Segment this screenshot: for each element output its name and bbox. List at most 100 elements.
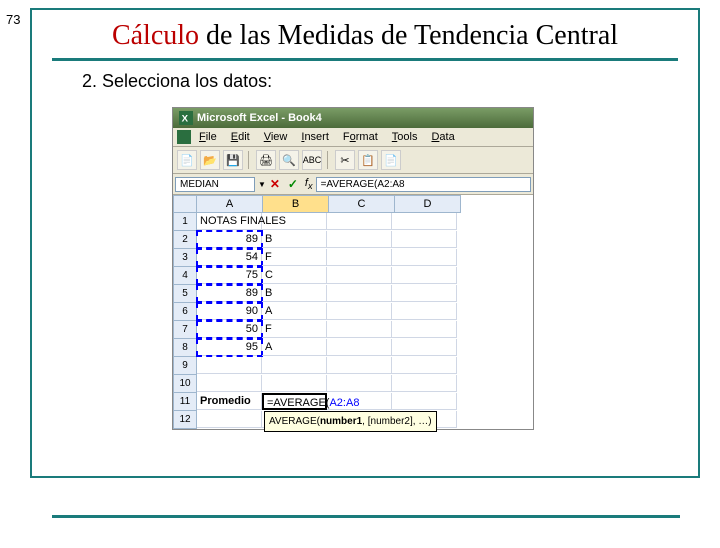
fx-icon[interactable]: fx [305, 177, 313, 191]
cell[interactable] [327, 357, 392, 374]
menu-tools[interactable]: Tools [386, 130, 424, 144]
standard-toolbar: 📄 📂 💾 🖨 🔍 ABC ✂ 📋 📄 [173, 147, 533, 174]
cell[interactable] [327, 285, 392, 302]
cancel-formula-button[interactable]: ✕ [267, 176, 283, 192]
cell[interactable] [392, 267, 457, 284]
cell[interactable] [327, 321, 392, 338]
col-header-d[interactable]: D [395, 195, 461, 213]
menu-file[interactable]: File [193, 130, 223, 144]
accept-formula-button[interactable]: ✓ [285, 176, 301, 192]
cell[interactable] [327, 375, 392, 392]
cell[interactable]: A [262, 303, 327, 320]
formula-input[interactable]: =AVERAGE(A2:A8 [316, 177, 531, 192]
formula-text: =AVERAGE( [267, 397, 329, 409]
cell[interactable]: 90 [197, 303, 262, 320]
cell[interactable]: B [262, 231, 327, 248]
menu-view[interactable]: View [258, 130, 294, 144]
cell[interactable] [327, 267, 392, 284]
col-header-c[interactable]: C [329, 195, 395, 213]
spell-button[interactable]: ABC [302, 150, 322, 170]
cell[interactable] [392, 213, 457, 230]
cell[interactable]: 89 [197, 285, 262, 302]
cell[interactable]: A [262, 339, 327, 356]
menu-format[interactable]: Format [337, 130, 384, 144]
workbook-icon [177, 130, 191, 144]
cell[interactable] [262, 213, 327, 230]
worksheet-grid: A B C D 1NOTAS FINALES 289B 354F 475C 58… [173, 195, 533, 429]
cell[interactable]: 54 [197, 249, 262, 266]
select-all-corner[interactable] [173, 195, 197, 213]
title-word: Medidas [278, 20, 374, 51]
cell[interactable] [392, 231, 457, 248]
title-word: Central [536, 20, 618, 51]
cell[interactable]: F [262, 249, 327, 266]
cut-button[interactable]: ✂ [335, 150, 355, 170]
cell[interactable] [197, 375, 262, 392]
cell[interactable] [392, 339, 457, 356]
cell[interactable]: 50 [197, 321, 262, 338]
cell[interactable]: Promedio [197, 393, 262, 410]
paste-button[interactable]: 📄 [381, 150, 401, 170]
bottom-rule [52, 515, 680, 518]
row-header[interactable]: 10 [173, 375, 197, 393]
cell[interactable] [327, 213, 392, 230]
function-tooltip: AVERAGE(number1, [number2], …) [264, 411, 437, 432]
row-header[interactable]: 5 [173, 285, 197, 303]
row-header[interactable]: 4 [173, 267, 197, 285]
active-cell[interactable]: =AVERAGE(A2:A8 AVERAGE(number1, [number2… [262, 393, 327, 410]
menu-insert[interactable]: Insert [295, 130, 335, 144]
row-header[interactable]: 9 [173, 357, 197, 375]
row-header[interactable]: 6 [173, 303, 197, 321]
namebox-dropdown-icon[interactable]: ▼ [258, 180, 266, 189]
title-word: de [206, 20, 232, 51]
cell[interactable] [262, 357, 327, 374]
cell[interactable]: 75 [197, 267, 262, 284]
cell[interactable] [392, 285, 457, 302]
cell[interactable]: B [262, 285, 327, 302]
cell[interactable] [327, 339, 392, 356]
row-header[interactable]: 3 [173, 249, 197, 267]
cell[interactable] [392, 375, 457, 392]
cell[interactable] [327, 249, 392, 266]
cell[interactable] [392, 249, 457, 266]
col-header-b[interactable]: B [263, 195, 329, 213]
name-box[interactable]: MEDIAN [175, 177, 255, 192]
toolbar-separator [248, 151, 251, 169]
save-button[interactable]: 💾 [223, 150, 243, 170]
tooltip-rest: , [number2], …) [362, 416, 431, 427]
excel-icon: X [179, 111, 193, 125]
cell[interactable] [197, 411, 262, 428]
cell[interactable] [392, 321, 457, 338]
col-header-a[interactable]: A [197, 195, 263, 213]
row-header[interactable]: 2 [173, 231, 197, 249]
cell[interactable] [392, 303, 457, 320]
cell[interactable]: 89 [197, 231, 262, 248]
new-button[interactable]: 📄 [177, 150, 197, 170]
cell[interactable] [262, 375, 327, 392]
step-text: 2. Selecciona los datos: [82, 71, 678, 92]
toolbar-separator [327, 151, 330, 169]
cell[interactable]: F [262, 321, 327, 338]
open-button[interactable]: 📂 [200, 150, 220, 170]
row-header[interactable]: 1 [173, 213, 197, 231]
cell[interactable] [197, 357, 262, 374]
copy-button[interactable]: 📋 [358, 150, 378, 170]
slide-number: 73 [6, 12, 20, 27]
menu-data[interactable]: Data [425, 130, 460, 144]
menu-edit[interactable]: Edit [225, 130, 256, 144]
cell[interactable] [392, 357, 457, 374]
row-header[interactable]: 12 [173, 411, 197, 429]
cell[interactable]: 95 [197, 339, 262, 356]
menu-bar: File Edit View Insert Format Tools Data [173, 128, 533, 147]
cell[interactable] [392, 393, 457, 410]
row-header[interactable]: 11 [173, 393, 197, 411]
cell[interactable]: C [262, 267, 327, 284]
cell[interactable] [327, 303, 392, 320]
svg-text:X: X [182, 114, 189, 125]
row-header[interactable]: 7 [173, 321, 197, 339]
cell[interactable]: NOTAS FINALES [197, 213, 262, 230]
preview-button[interactable]: 🔍 [279, 150, 299, 170]
row-header[interactable]: 8 [173, 339, 197, 357]
print-button[interactable]: 🖨 [256, 150, 276, 170]
cell[interactable] [327, 231, 392, 248]
